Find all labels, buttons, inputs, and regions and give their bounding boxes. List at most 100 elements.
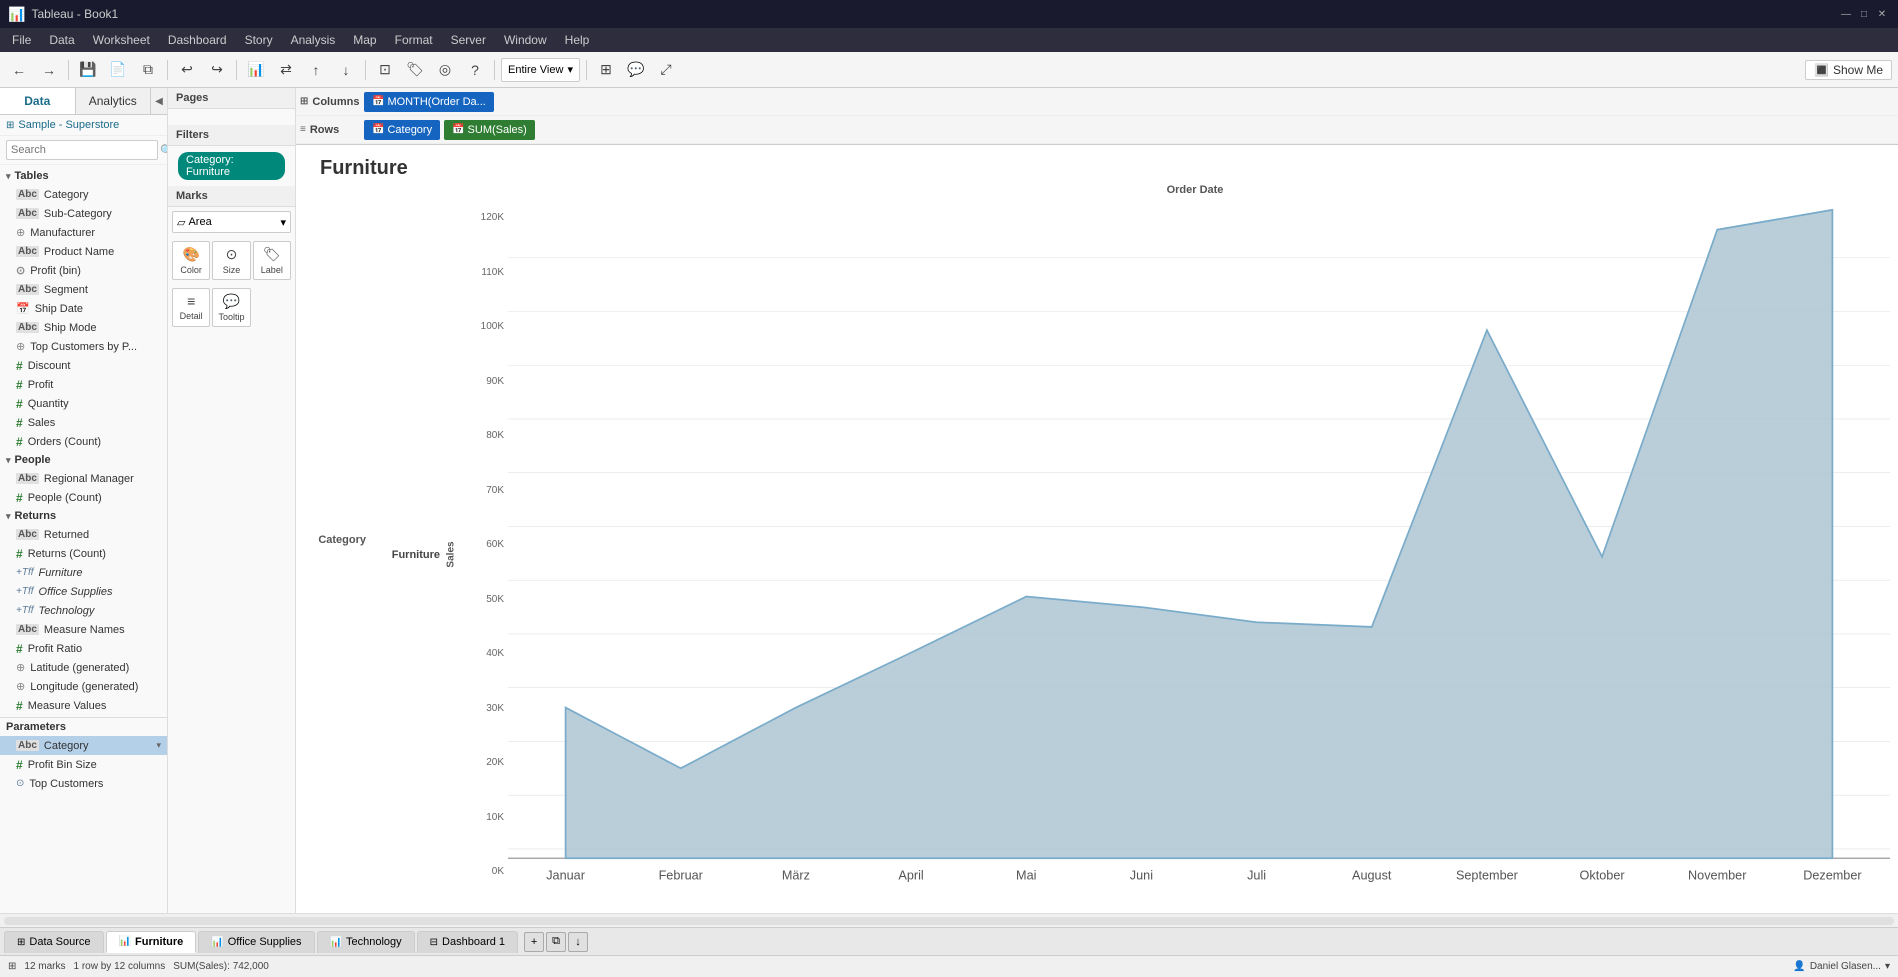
minimize-button[interactable]: — [1838,6,1854,22]
menu-map[interactable]: Map [345,31,384,49]
entire-view-dropdown[interactable]: Entire View ▾ [501,58,580,82]
field-latitude[interactable]: ⊕ Latitude (generated) [0,658,167,677]
data-source-label[interactable]: ⊞ Sample - Superstore [0,115,167,136]
columns-pill-orderdate[interactable]: 📅 MONTH(Order Da... [364,92,494,112]
swap-button[interactable]: ⇄ [273,57,299,83]
hash-icon: # [16,758,23,772]
menu-window[interactable]: Window [496,31,555,49]
field-officesupplies-calc[interactable]: +Tff Office Supplies [0,582,167,601]
field-orderscount[interactable]: # Orders (Count) [0,432,167,451]
param-dropdown-icon[interactable]: ▾ [156,740,161,751]
sort-asc-button[interactable]: ↑ [303,57,329,83]
new-button[interactable]: 📄 [105,57,131,83]
tab-officesupplies[interactable]: 📊 Office Supplies [198,931,314,953]
param-profitbinsize[interactable]: # Profit Bin Size [0,755,167,774]
people-section-header[interactable]: ▾ People [0,451,167,469]
panel-collapse-arrow[interactable]: ◀ [151,88,167,114]
field-measurenames[interactable]: Abc Measure Names [0,620,167,639]
analytics-tab[interactable]: Analytics [76,88,152,114]
field-sales[interactable]: # Sales [0,413,167,432]
highlight-button[interactable]: ◎ [432,57,458,83]
search-icon[interactable]: 🔍 [160,140,168,160]
menu-dashboard[interactable]: Dashboard [160,31,235,49]
field-quantity[interactable]: # Quantity [0,394,167,413]
new-sheet-button[interactable]: + [524,932,544,952]
field-measurevalues[interactable]: # Measure Values [0,696,167,715]
field-furniture-calc[interactable]: +Tff Furniture [0,563,167,582]
back-button[interactable]: ← [6,57,32,83]
label-button-marks[interactable]: 🏷 Label [253,241,291,280]
category-furniture-filter[interactable]: Category: Furniture [178,152,285,180]
share-button[interactable]: ⤢ [653,57,679,83]
tables-collapse-icon: ▾ [6,171,11,182]
marks-section-title: Marks [168,186,295,207]
field-technology-calc[interactable]: +Tff Technology [0,601,167,620]
field-shipmode[interactable]: Abc Ship Mode [0,318,167,337]
undo-button[interactable]: ↩ [174,57,200,83]
sort-desc-button[interactable]: ↓ [333,57,359,83]
field-profitratio[interactable]: # Profit Ratio [0,639,167,658]
tables-section-header[interactable]: ▾ Tables [0,167,167,185]
data-tab[interactable]: Data [0,88,76,114]
scroll-track[interactable] [4,917,1894,925]
tab-technology[interactable]: 📊 Technology [317,931,415,953]
tooltip2-button[interactable]: 💬 [623,57,649,83]
tab-furniture[interactable]: 📊 Furniture [106,931,197,953]
menu-story[interactable]: Story [237,31,281,49]
field-manufacturer[interactable]: ⊕ Manufacturer [0,223,167,242]
fix-axes-button[interactable]: ⊞ [593,57,619,83]
duplicate-sheet-button[interactable]: ⧉ [546,932,566,952]
detail-button[interactable]: ≡ Detail [172,288,210,327]
tooltip-button[interactable]: ? [462,57,488,83]
maximize-button[interactable]: □ [1856,6,1872,22]
status-sumsales: SUM(Sales): 742,000 [173,961,269,972]
menu-file[interactable]: File [4,31,39,49]
menu-help[interactable]: Help [557,31,598,49]
tab-dashboard1[interactable]: ⊟ Dashboard 1 [417,931,518,953]
tooltip-button-marks[interactable]: 💬 Tooltip [212,288,250,327]
menu-data[interactable]: Data [41,31,82,49]
redo-button[interactable]: ↪ [204,57,230,83]
tab-options-button[interactable]: ↓ [568,932,588,952]
field-category[interactable]: Abc Category [0,185,167,204]
field-productname[interactable]: Abc Product Name [0,242,167,261]
menu-analysis[interactable]: Analysis [283,31,344,49]
duplicate-button[interactable]: ⧉ [135,57,161,83]
field-segment[interactable]: Abc Segment [0,280,167,299]
rows-pill-sumsales[interactable]: 📅 SUM(Sales) [444,120,535,140]
user-dropdown-icon[interactable]: ▾ [1885,961,1890,972]
close-button[interactable]: ✕ [1874,6,1890,22]
fit-button[interactable]: ⊡ [372,57,398,83]
field-profitbin[interactable]: ⊙ Profit (bin) [0,261,167,280]
marks-type-dropdown[interactable]: ▱ Area ▾ [172,211,291,233]
field-returnscount[interactable]: # Returns (Count) [0,544,167,563]
rows-pill-category[interactable]: 📅 Category [364,120,440,140]
tab-datasource[interactable]: ⊞ Data Source [4,931,104,953]
field-topcustomers[interactable]: ⊕ Top Customers by P... [0,337,167,356]
forward-button[interactable]: → [36,57,62,83]
field-discount[interactable]: # Discount [0,356,167,375]
color-button[interactable]: 🎨 Color [172,241,210,280]
field-returned[interactable]: Abc Returned [0,525,167,544]
pages-section-title: Pages [168,88,295,109]
field-profit[interactable]: # Profit [0,375,167,394]
menu-format[interactable]: Format [387,31,441,49]
field-longitude[interactable]: ⊕ Longitude (generated) [0,677,167,696]
field-subcategory[interactable]: Abc Sub-Category [0,204,167,223]
size-button[interactable]: ⊙ Size [212,241,250,280]
save-button[interactable]: 💾 [75,57,101,83]
returns-section-header[interactable]: ▾ Returns [0,507,167,525]
field-regionalmanager[interactable]: Abc Regional Manager [0,469,167,488]
chart-type-button[interactable]: 📊 [243,57,269,83]
search-input[interactable] [6,140,158,160]
param-category[interactable]: Abc Category ▾ [0,736,167,755]
show-me-button[interactable]: 🔳 Show Me [1805,60,1892,80]
menu-server[interactable]: Server [443,31,494,49]
label-button[interactable]: 🏷 [402,57,428,83]
rows-shelf: ≡ Rows 📅 Category 📅 SUM(Sales) [296,116,1898,144]
param-topcustomers[interactable]: ⊙ Top Customers [0,774,167,793]
field-shipdate[interactable]: 📅 Ship Date [0,299,167,318]
field-peoplecount[interactable]: # People (Count) [0,488,167,507]
bottom-scrollbar[interactable] [0,913,1898,927]
menu-worksheet[interactable]: Worksheet [85,31,158,49]
